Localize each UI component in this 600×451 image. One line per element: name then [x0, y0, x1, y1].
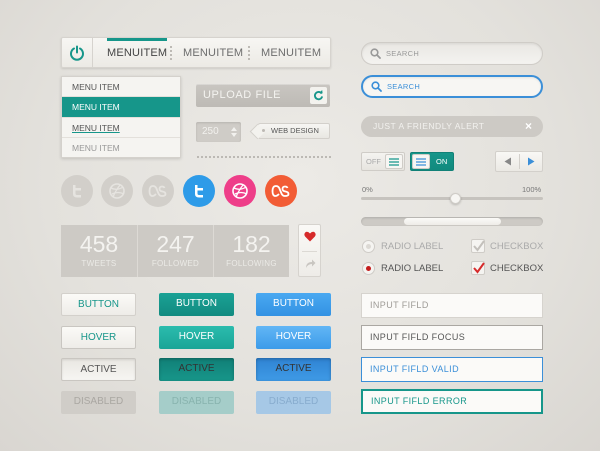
- checkbox-label: CHECKBOX: [490, 263, 544, 274]
- nav-item-1[interactable]: MENUITEM: [107, 38, 168, 67]
- checkmark-icon: [473, 240, 485, 252]
- search-placeholder: SEARCH: [386, 49, 420, 58]
- menu-item-hover[interactable]: MENU ITEM: [62, 118, 180, 138]
- stats-panel: 458 TWEETS 247 FOLLOWED 182 FOLLOWING: [61, 225, 289, 277]
- action-bar-divider: [302, 251, 317, 252]
- button-blue[interactable]: BUTTON: [256, 293, 331, 316]
- action-bar: [298, 224, 321, 277]
- button-blue-active[interactable]: ACTIVE: [256, 358, 331, 381]
- button-default[interactable]: BUTTON: [61, 293, 136, 316]
- slider-max-label: 100%: [522, 185, 542, 194]
- twitter-icon[interactable]: [183, 175, 215, 207]
- input-field-focus[interactable]: INPUT FIFLD FOCUS: [361, 325, 543, 350]
- dotted-divider: [197, 156, 331, 158]
- input-field-error[interactable]: INPUT FIFLD ERROR: [361, 389, 543, 414]
- search-icon: [370, 48, 381, 59]
- button-disabled: DISABLED: [61, 391, 136, 414]
- stat-tweets[interactable]: 458 TWEETS: [61, 225, 137, 277]
- button-teal-disabled: DISABLED: [159, 391, 234, 414]
- button-blue-disabled: DISABLED: [256, 391, 331, 414]
- twitter-icon[interactable]: [61, 175, 93, 207]
- toggle-knob-icon: [385, 154, 403, 169]
- power-button[interactable]: [62, 38, 93, 67]
- tag-text: WEB DESIGN: [271, 126, 319, 135]
- menu-item-disabled[interactable]: MENU ITEM: [62, 138, 180, 158]
- tag-label[interactable]: WEB DESIGN: [258, 123, 330, 139]
- search-input-focused[interactable]: SEARCH: [361, 75, 543, 98]
- checkbox-label: CHECKBOX: [490, 241, 544, 252]
- pager: [495, 151, 543, 172]
- stat-followed[interactable]: 247 FOLLOWED: [137, 225, 213, 277]
- nav-item-2[interactable]: MENUITEM: [183, 38, 243, 67]
- nav-separator: [248, 46, 250, 60]
- toggle-off[interactable]: OFF: [361, 152, 405, 171]
- stat-value: 458: [79, 231, 119, 257]
- stat-value: 247: [156, 231, 195, 257]
- alert-text: JUST A FRIENDLY ALERT: [373, 121, 485, 131]
- button-teal-active[interactable]: ACTIVE: [159, 358, 234, 381]
- menu-item[interactable]: MENU ITEM: [62, 77, 180, 98]
- lastfm-icon[interactable]: [265, 175, 297, 207]
- stat-label: FOLLOWED: [151, 259, 200, 268]
- top-nav-bar: MENUITEM MENUITEM MENUITEM: [61, 37, 331, 68]
- button-hover[interactable]: HOVER: [61, 326, 136, 349]
- upload-file-button[interactable]: UPLOAD FILE: [196, 84, 330, 107]
- radio-button[interactable]: [362, 240, 375, 253]
- lastfm-icon[interactable]: [142, 175, 174, 207]
- toggle-label: OFF: [366, 157, 381, 166]
- stepper-arrows-icon[interactable]: [230, 126, 238, 138]
- stat-label: FOLLOWING: [226, 259, 277, 268]
- pager-divider: [519, 154, 520, 169]
- search-input[interactable]: SEARCH: [361, 42, 543, 65]
- arrow-right-icon[interactable]: [527, 157, 535, 166]
- alert-bar: JUST A FRIENDLY ALERT ×: [361, 116, 543, 137]
- stat-label: TWEETS: [81, 259, 117, 268]
- slider-handle[interactable]: [450, 193, 461, 204]
- toggle-on[interactable]: ON: [410, 152, 454, 171]
- button-blue-hover[interactable]: HOVER: [256, 326, 331, 349]
- toggle-knob-icon: [412, 154, 430, 169]
- radio-dot: [366, 266, 371, 271]
- share-icon[interactable]: [305, 258, 316, 269]
- radio-label: RADIO LABEL: [381, 263, 444, 274]
- search-icon: [371, 81, 382, 92]
- stat-value: 182: [232, 231, 271, 257]
- search-placeholder: SEARCH: [387, 82, 421, 91]
- dribbble-icon[interactable]: [224, 175, 256, 207]
- radio-dot: [366, 244, 371, 249]
- dropdown-menu: MENU ITEM MENU ITEM MENU ITEM MENU ITEM: [61, 76, 181, 158]
- button-teal[interactable]: BUTTON: [159, 293, 234, 316]
- power-icon: [70, 45, 84, 61]
- horizontal-scrollbar[interactable]: [361, 217, 543, 226]
- input-field-valid[interactable]: INPUT FIFLD VALID: [361, 357, 543, 382]
- scrollbar-thumb[interactable]: [404, 218, 501, 225]
- stat-following[interactable]: 182 FOLLOWING: [213, 225, 289, 277]
- button-active[interactable]: ACTIVE: [61, 358, 136, 381]
- heart-icon[interactable]: [304, 231, 316, 242]
- menu-item-selected[interactable]: MENU ITEM: [62, 97, 180, 118]
- input-field[interactable]: INPUT FIFLD: [361, 293, 543, 318]
- checkbox-checked[interactable]: [471, 261, 485, 275]
- close-icon[interactable]: ×: [525, 116, 532, 137]
- button-teal-hover[interactable]: HOVER: [159, 326, 234, 349]
- slider-min-label: 0%: [362, 185, 373, 194]
- radio-button-checked[interactable]: [362, 262, 375, 275]
- nav-item-3[interactable]: MENUITEM: [261, 38, 321, 67]
- nav-separator: [170, 46, 172, 60]
- stepper-value: 250: [202, 126, 219, 137]
- tag-hole: [262, 129, 265, 132]
- toggle-label: ON: [436, 157, 448, 166]
- upload-label: UPLOAD FILE: [203, 89, 282, 101]
- checkbox[interactable]: [471, 239, 485, 253]
- radio-label: RADIO LABEL: [381, 241, 444, 252]
- quantity-stepper[interactable]: 250: [196, 122, 241, 142]
- refresh-icon[interactable]: [310, 87, 327, 104]
- checkmark-icon: [473, 262, 485, 274]
- dribbble-icon[interactable]: [101, 175, 133, 207]
- arrow-left-icon[interactable]: [504, 157, 512, 166]
